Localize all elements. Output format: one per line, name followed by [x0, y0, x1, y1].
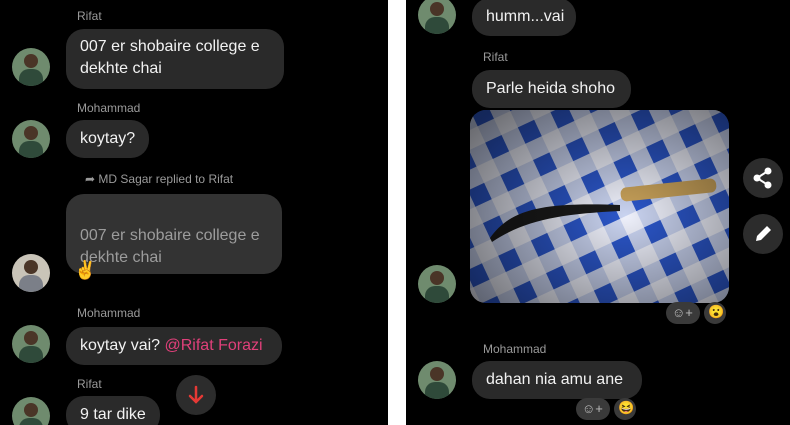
- sender-name: Mohammad: [483, 342, 547, 356]
- machete-photo: [470, 110, 729, 303]
- avatar[interactable]: [12, 254, 50, 292]
- mention-link[interactable]: @Rifat Forazi: [165, 337, 263, 354]
- smiley-add-icon: ☺+: [582, 401, 603, 416]
- sender-name: Rifat: [77, 377, 102, 391]
- avatar[interactable]: [12, 325, 50, 363]
- sender-name: Rifat: [483, 50, 508, 64]
- edit-icon: [756, 226, 771, 241]
- message-bubble[interactable]: dahan nia amu ane: [472, 361, 642, 399]
- smiley-add-icon: ☺+: [672, 305, 693, 320]
- reaction-badge[interactable]: 😆: [614, 398, 636, 420]
- avatar[interactable]: [12, 397, 50, 425]
- message-bubble[interactable]: Parle heida shoho: [472, 70, 631, 108]
- avatar[interactable]: [12, 48, 50, 86]
- reply-arrow-icon: ➦: [85, 172, 99, 186]
- left-chat-panel: Rifat 007 er shobaire college e dekhte c…: [0, 0, 388, 425]
- arrow-down-icon: [188, 385, 204, 404]
- victory-hand-emoji: ✌️: [74, 260, 97, 280]
- add-reaction-button[interactable]: ☺+: [666, 302, 700, 324]
- message-bubble[interactable]: 007 er shobaire college e dekhte chai: [66, 29, 284, 89]
- add-reaction-button[interactable]: ☺+: [576, 398, 610, 420]
- message-bubble[interactable]: koytay?: [66, 120, 149, 158]
- quoted-message[interactable]: 007 er shobaire college e dekhte chai: [66, 194, 282, 274]
- photo-attachment[interactable]: [470, 110, 729, 303]
- avatar[interactable]: [418, 0, 456, 34]
- sender-name: Mohammad: [77, 101, 141, 115]
- message-bubble[interactable]: humm...vai: [472, 0, 576, 36]
- avatar[interactable]: [418, 265, 456, 303]
- share-icon: [753, 167, 772, 189]
- sender-name: Rifat: [77, 9, 102, 23]
- message-bubble[interactable]: 9 tar dike: [66, 396, 160, 425]
- avatar[interactable]: [418, 361, 456, 399]
- right-chat-panel: humm...vai Rifat Parle heida shoho ☺+ 😮 …: [406, 0, 790, 425]
- message-bubble[interactable]: koytay vai? @Rifat Forazi: [66, 327, 282, 365]
- share-button[interactable]: [743, 158, 783, 198]
- avatar[interactable]: [12, 120, 50, 158]
- edit-button[interactable]: [743, 214, 783, 254]
- reply-note: ➦ MD Sagar replied to Rifat: [85, 172, 234, 186]
- reaction-badge[interactable]: 😮: [704, 302, 726, 324]
- sender-name: Mohammad: [77, 306, 141, 320]
- scroll-down-button[interactable]: [176, 375, 216, 415]
